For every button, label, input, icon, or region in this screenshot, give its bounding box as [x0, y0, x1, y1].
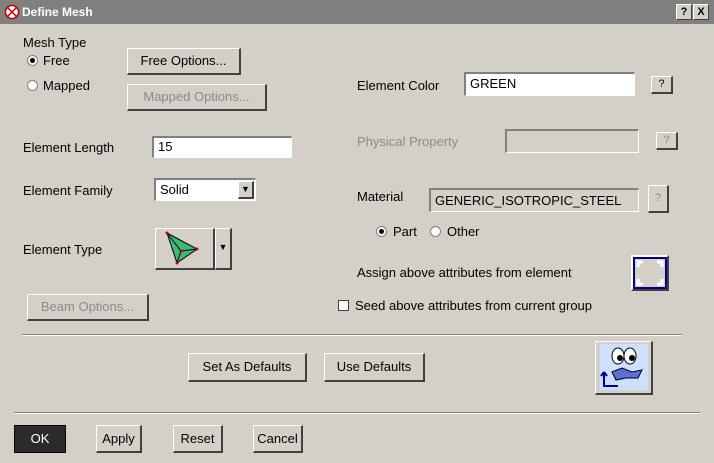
title-bar[interactable]	[0, 0, 714, 24]
close-button[interactable]: X	[693, 4, 709, 20]
element-family-select[interactable]: Solid ▼	[154, 178, 256, 201]
element-family-label: Element Family	[23, 183, 113, 198]
seed-attributes-checkbox[interactable]	[338, 300, 349, 311]
element-type-label: Element Type	[23, 242, 103, 257]
other-radio[interactable]	[430, 226, 441, 237]
beam-options-button: Beam Options...	[27, 294, 149, 321]
element-color-label: Element Color	[357, 78, 440, 93]
tetrahedron-icon	[165, 231, 198, 265]
mapped-radio[interactable]	[27, 80, 38, 91]
window-title: Define Mesh	[22, 5, 93, 19]
eyes-mascot-icon	[599, 344, 648, 390]
seed-attributes-label: Seed above attributes from current group	[355, 298, 593, 313]
material-input: GENERIC_ISOTROPIC_STEEL	[429, 188, 639, 212]
apply-button[interactable]: Apply	[96, 425, 142, 453]
chevron-down-icon[interactable]: ▼	[238, 181, 254, 199]
element-color-input[interactable]: GREEN	[464, 72, 635, 96]
element-length-input[interactable]: 15	[152, 136, 292, 158]
physical-property-help-button: ?	[656, 132, 678, 150]
other-radio-label: Other	[447, 224, 480, 239]
material-help-button[interactable]: ?	[648, 185, 669, 213]
assign-from-element-button[interactable]	[631, 255, 669, 291]
use-defaults-button[interactable]: Use Defaults	[324, 353, 425, 382]
mapped-radio-label: Mapped	[43, 78, 90, 93]
mapped-options-button: Mapped Options...	[127, 84, 267, 111]
element-length-label: Element Length	[23, 140, 115, 155]
material-label: Material	[357, 189, 404, 204]
mesh-type-label: Mesh Type	[23, 35, 87, 50]
separator	[22, 334, 682, 336]
element-type-dropdown-icon[interactable]: ▼	[215, 228, 232, 270]
free-options-button[interactable]: Free Options...	[127, 48, 241, 75]
element-family-value: Solid	[160, 182, 189, 197]
footer-separator	[14, 412, 700, 414]
mascot-icon[interactable]	[595, 341, 653, 395]
physical-property-label: Physical Property	[357, 134, 459, 149]
reset-button[interactable]: Reset	[173, 425, 223, 453]
physical-property-input	[505, 129, 639, 153]
assign-attributes-label: Assign above attributes from element	[357, 265, 572, 280]
cancel-button[interactable]: Cancel	[253, 425, 303, 453]
app-logo-icon	[4, 4, 20, 20]
part-radio[interactable]	[376, 226, 387, 237]
free-radio[interactable]	[27, 55, 38, 66]
select-element-icon	[633, 257, 667, 289]
free-radio-label: Free	[43, 53, 70, 68]
ok-button[interactable]: OK	[14, 425, 66, 453]
element-type-button[interactable]	[155, 228, 215, 270]
help-button[interactable]: ?	[676, 4, 692, 20]
set-as-defaults-button[interactable]: Set As Defaults	[188, 353, 307, 382]
part-radio-label: Part	[393, 224, 417, 239]
element-color-help-button[interactable]: ?	[651, 76, 673, 94]
